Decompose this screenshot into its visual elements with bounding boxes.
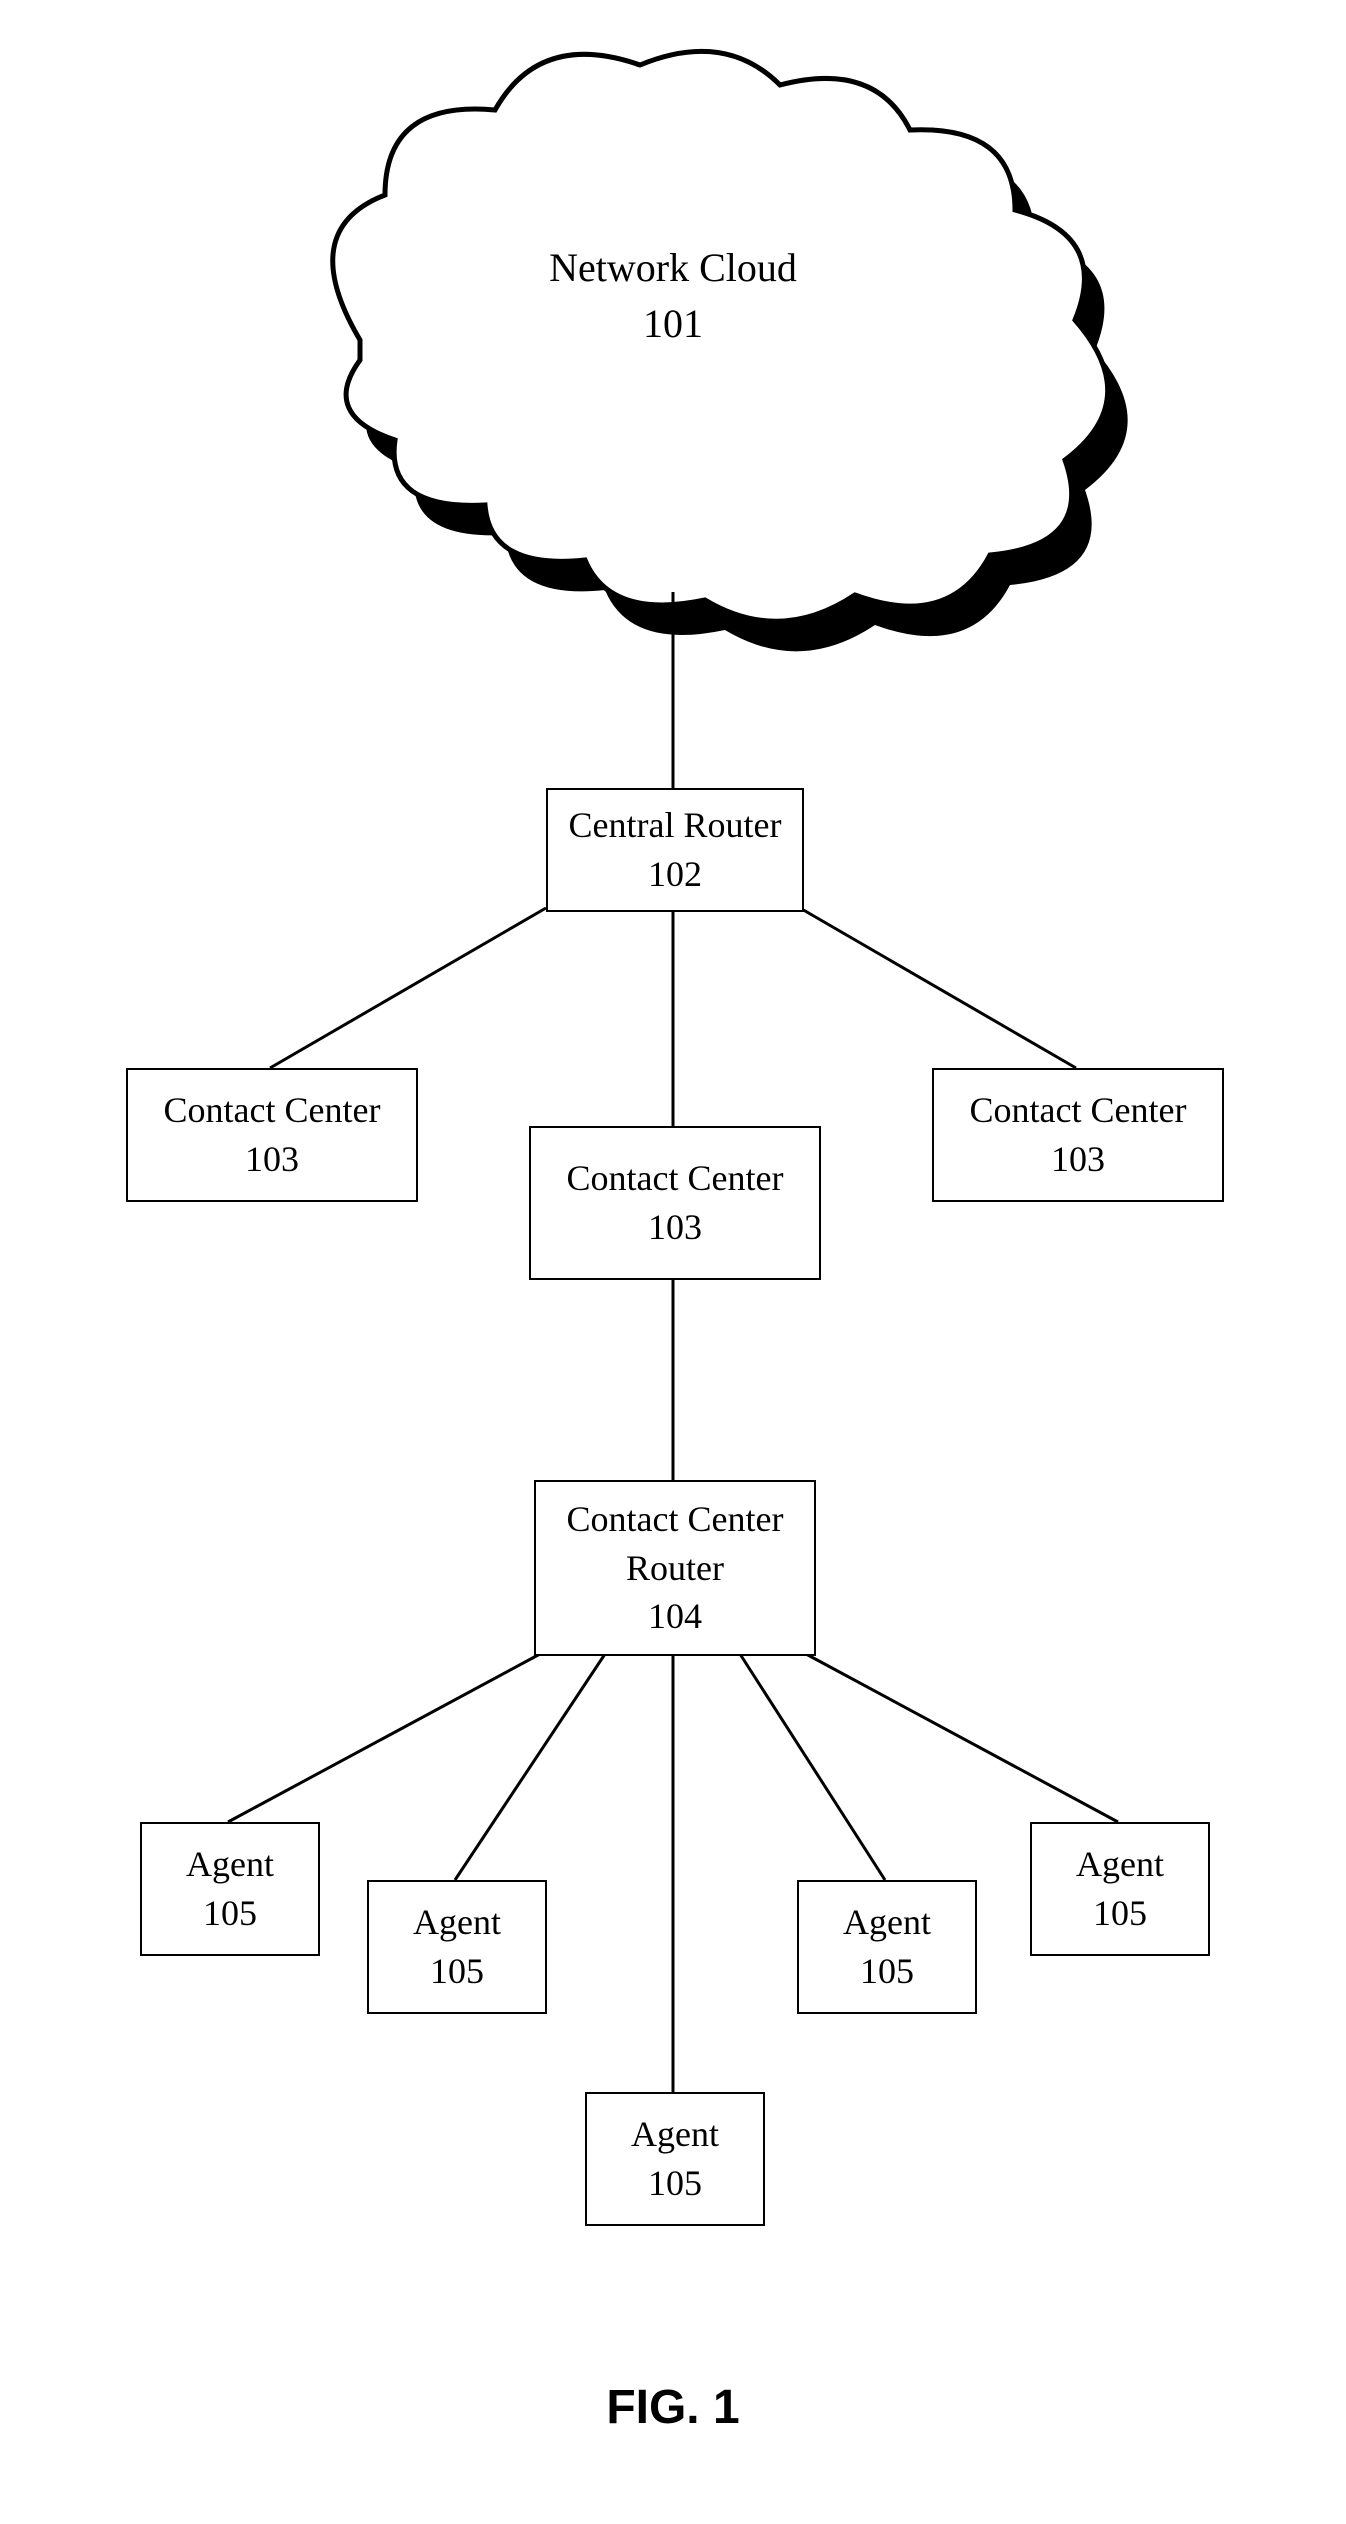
agent-node-5: Agent 105 <box>1030 1822 1210 1956</box>
figure-label: FIG. 1 <box>0 2380 1346 2435</box>
network-cloud-node: Network Cloud 101 <box>473 240 873 352</box>
contact-center-node-middle: Contact Center 103 <box>529 1126 821 1280</box>
contact-center-id: 103 <box>648 1203 702 1252</box>
agent-id: 105 <box>203 1889 257 1938</box>
agent-label: Agent <box>413 1898 501 1947</box>
agent-id: 105 <box>648 2159 702 2208</box>
network-cloud-id: 101 <box>473 296 873 352</box>
agent-label: Agent <box>843 1898 931 1947</box>
agent-id: 105 <box>1093 1889 1147 1938</box>
agent-label: Agent <box>631 2110 719 2159</box>
agent-node-1: Agent 105 <box>140 1822 320 1956</box>
figure-page: Network Cloud 101 Central Router 102 Con… <box>0 0 1346 2524</box>
contact-center-router-node: Contact Center Router 104 <box>534 1480 816 1656</box>
network-cloud-label: Network Cloud <box>473 240 873 296</box>
agent-id: 105 <box>860 1947 914 1996</box>
contact-center-node-right: Contact Center 103 <box>932 1068 1224 1202</box>
central-router-node: Central Router 102 <box>546 788 804 912</box>
agent-label: Agent <box>1076 1840 1164 1889</box>
agent-node-3: Agent 105 <box>585 2092 765 2226</box>
contact-center-id: 103 <box>245 1135 299 1184</box>
contact-center-label: Contact Center <box>970 1086 1187 1135</box>
agent-node-2: Agent 105 <box>367 1880 547 2014</box>
contact-center-label: Contact Center <box>164 1086 381 1135</box>
contact-center-router-id: 104 <box>648 1592 702 1641</box>
contact-center-label: Contact Center <box>567 1154 784 1203</box>
contact-center-router-label: Contact Center Router <box>536 1495 814 1592</box>
contact-center-node-left: Contact Center 103 <box>126 1068 418 1202</box>
central-router-id: 102 <box>648 850 702 899</box>
agent-id: 105 <box>430 1947 484 1996</box>
contact-center-id: 103 <box>1051 1135 1105 1184</box>
agent-node-4: Agent 105 <box>797 1880 977 2014</box>
central-router-label: Central Router <box>569 801 782 850</box>
agent-label: Agent <box>186 1840 274 1889</box>
